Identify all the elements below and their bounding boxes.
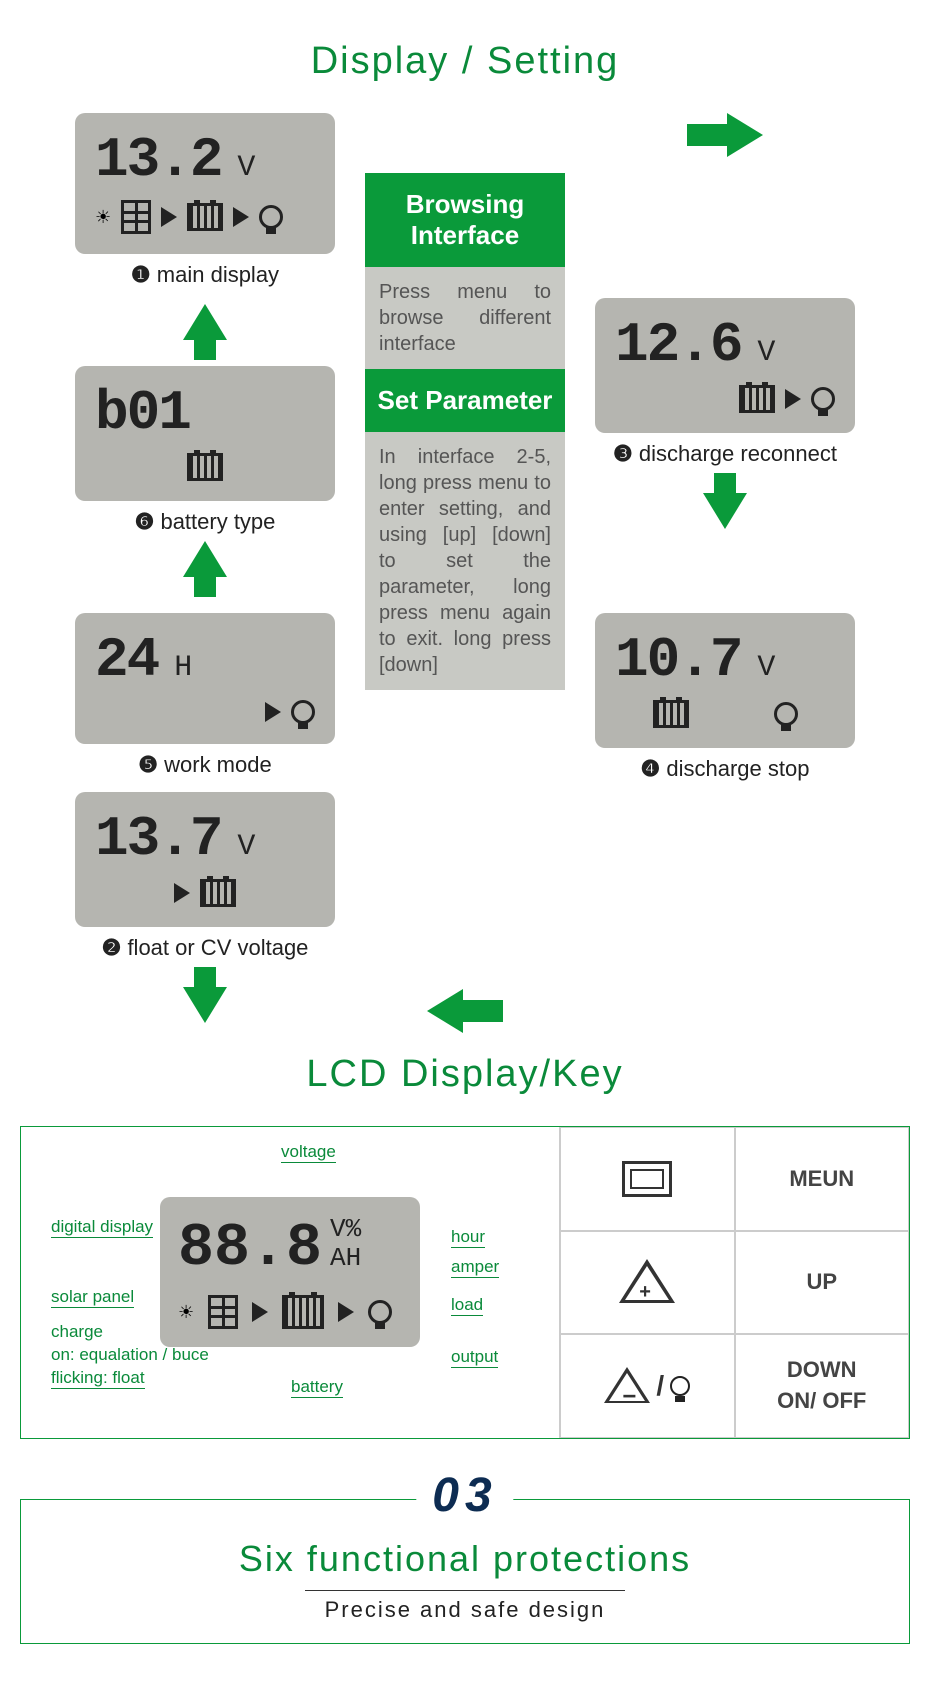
screen-work-col: 24 H ❺ work mode bbox=[75, 613, 335, 778]
arrow-up-icon bbox=[183, 541, 227, 597]
lcd-units-2: AH bbox=[330, 1244, 361, 1273]
sun-icon: ☀ bbox=[95, 207, 111, 228]
set-parameter-text: In interface 2-5, long press menu to ent… bbox=[365, 432, 565, 690]
arrow-down-icon bbox=[183, 967, 227, 1023]
footer-section: 03 Six functional protections Precise an… bbox=[20, 1499, 910, 1644]
arrow-up-icon bbox=[183, 304, 227, 360]
lcd-value: 13.7 bbox=[95, 807, 221, 871]
battery-icon bbox=[187, 203, 223, 231]
lcd-unit: V bbox=[237, 830, 253, 864]
bulb-icon bbox=[368, 1300, 392, 1324]
lcd-annotation-panel: voltage digital display hour amper solar… bbox=[21, 1127, 559, 1438]
callout-battery: battery bbox=[291, 1377, 343, 1398]
lcd-discharge-reconnect: 12.6 V bbox=[595, 298, 855, 433]
menu-rect-icon bbox=[622, 1161, 672, 1197]
caption-reconn: ❸ discharge reconnect bbox=[613, 441, 837, 467]
lcd-battery-type: b01 bbox=[75, 366, 335, 501]
bulb-icon bbox=[259, 205, 283, 229]
caption-float: ❷ float or CV voltage bbox=[102, 935, 309, 961]
lcd-big-value: 88.8 bbox=[178, 1215, 322, 1283]
callout-flicking: flicking: float bbox=[51, 1368, 145, 1389]
solar-panel-icon bbox=[208, 1295, 238, 1329]
caption-work: ❺ work mode bbox=[138, 752, 271, 778]
footer-number: 03 bbox=[416, 1468, 513, 1523]
arrow-icon bbox=[265, 702, 281, 722]
arrow-icon bbox=[252, 1302, 268, 1322]
caption-batt: ❻ battery type bbox=[135, 509, 276, 535]
set-parameter-box: Set Parameter bbox=[365, 369, 565, 432]
lcd-unit: V bbox=[757, 651, 773, 685]
callout-voltage: voltage bbox=[281, 1142, 336, 1163]
screen-batt-col: b01 ❻ battery type bbox=[75, 298, 335, 603]
lcd-unit: H bbox=[174, 651, 190, 685]
lcd-full-display: 88.8 V% AH ☀ bbox=[160, 1197, 420, 1347]
arrow-right-top bbox=[595, 113, 855, 157]
screen-reconn-col: 12.6 V ❸ discharge reconnect bbox=[595, 298, 855, 535]
battery-icon bbox=[282, 1295, 324, 1329]
down-label-cell[interactable]: DOWN ON/ OFF bbox=[735, 1334, 910, 1438]
caption-main: ❶ main display bbox=[131, 262, 279, 288]
lcd-value: 12.6 bbox=[615, 313, 741, 377]
lcd-value: 13.2 bbox=[95, 128, 221, 192]
menu-label-cell[interactable]: MEUN bbox=[735, 1127, 910, 1231]
callout-charge: charge bbox=[51, 1322, 103, 1342]
footer-title: Six functional protections bbox=[41, 1538, 889, 1580]
lcd-main-display: 13.2 V ☀ bbox=[75, 113, 335, 254]
lcd-value: 10.7 bbox=[615, 628, 741, 692]
triangle-plus-icon: + bbox=[619, 1259, 675, 1305]
up-icon-cell: + bbox=[560, 1231, 735, 1335]
screen-float-col: 13.7 V ❷ float or CV voltage bbox=[75, 792, 335, 1029]
section-title-display-setting: Display / Setting bbox=[0, 40, 930, 83]
up-label-cell[interactable]: UP bbox=[735, 1231, 910, 1335]
down-icon-cell: − / bbox=[560, 1334, 735, 1438]
bulb-icon bbox=[774, 702, 798, 726]
instruction-column: Browsing Interface Press menu to browse … bbox=[365, 113, 565, 782]
arrow-down-icon bbox=[703, 473, 747, 529]
browsing-text: Press menu to browse different interface bbox=[365, 267, 565, 369]
lcd-float-voltage: 13.7 V bbox=[75, 792, 335, 927]
callout-solar-panel: solar panel bbox=[51, 1287, 134, 1308]
callout-load: load bbox=[451, 1295, 483, 1316]
bulb-icon bbox=[811, 387, 835, 411]
lcd-unit: V bbox=[237, 151, 253, 185]
lcd-discharge-stop: 10.7 V bbox=[595, 613, 855, 748]
key-table: MEUN + UP − / DOWN ON/ OFF bbox=[559, 1127, 909, 1438]
arrow-icon bbox=[338, 1302, 354, 1322]
lcd-value: b01 bbox=[95, 381, 190, 445]
solar-panel-icon bbox=[121, 200, 151, 234]
footer-subtitle: Precise and safe design bbox=[305, 1590, 626, 1623]
arrow-icon bbox=[233, 207, 249, 227]
lcd-units-1: V% bbox=[330, 1215, 361, 1244]
browsing-interface-box: Browsing Interface bbox=[365, 173, 565, 267]
callout-digital-display: digital display bbox=[51, 1217, 153, 1238]
screen-stop-col: 10.7 V ❹ discharge stop bbox=[595, 613, 855, 782]
arrow-icon bbox=[174, 883, 190, 903]
battery-icon bbox=[739, 385, 775, 413]
callout-amper: amper bbox=[451, 1257, 499, 1278]
triangle-minus-icon: − bbox=[604, 1367, 650, 1405]
lcd-unit: V bbox=[757, 336, 773, 370]
menu-icon-cell bbox=[560, 1127, 735, 1231]
slash-icon: / bbox=[656, 1370, 664, 1402]
callout-on-equal: on: equalation / buce bbox=[51, 1345, 209, 1365]
battery-icon bbox=[187, 453, 223, 481]
arrow-icon bbox=[785, 389, 801, 409]
screen-main-col: 13.2 V ☀ ❶ main display bbox=[75, 113, 335, 288]
lcd-value: 24 bbox=[95, 628, 158, 692]
sun-icon: ☀ bbox=[178, 1302, 194, 1323]
display-flow-diagram: 13.2 V ☀ ❶ main display 13.7 V ❷ float or … bbox=[0, 113, 930, 1029]
callout-hour: hour bbox=[451, 1227, 485, 1248]
caption-stop: ❹ discharge stop bbox=[641, 756, 810, 782]
bulb-icon bbox=[291, 700, 315, 724]
callout-output: output bbox=[451, 1347, 498, 1368]
battery-icon bbox=[653, 700, 689, 728]
lcd-work-mode: 24 H bbox=[75, 613, 335, 744]
arrow-icon bbox=[161, 207, 177, 227]
battery-icon bbox=[200, 879, 236, 907]
bulb-icon bbox=[670, 1376, 690, 1396]
section-title-lcd-key: LCD Display/Key bbox=[0, 1053, 930, 1096]
lcd-key-section: voltage digital display hour amper solar… bbox=[20, 1126, 910, 1439]
